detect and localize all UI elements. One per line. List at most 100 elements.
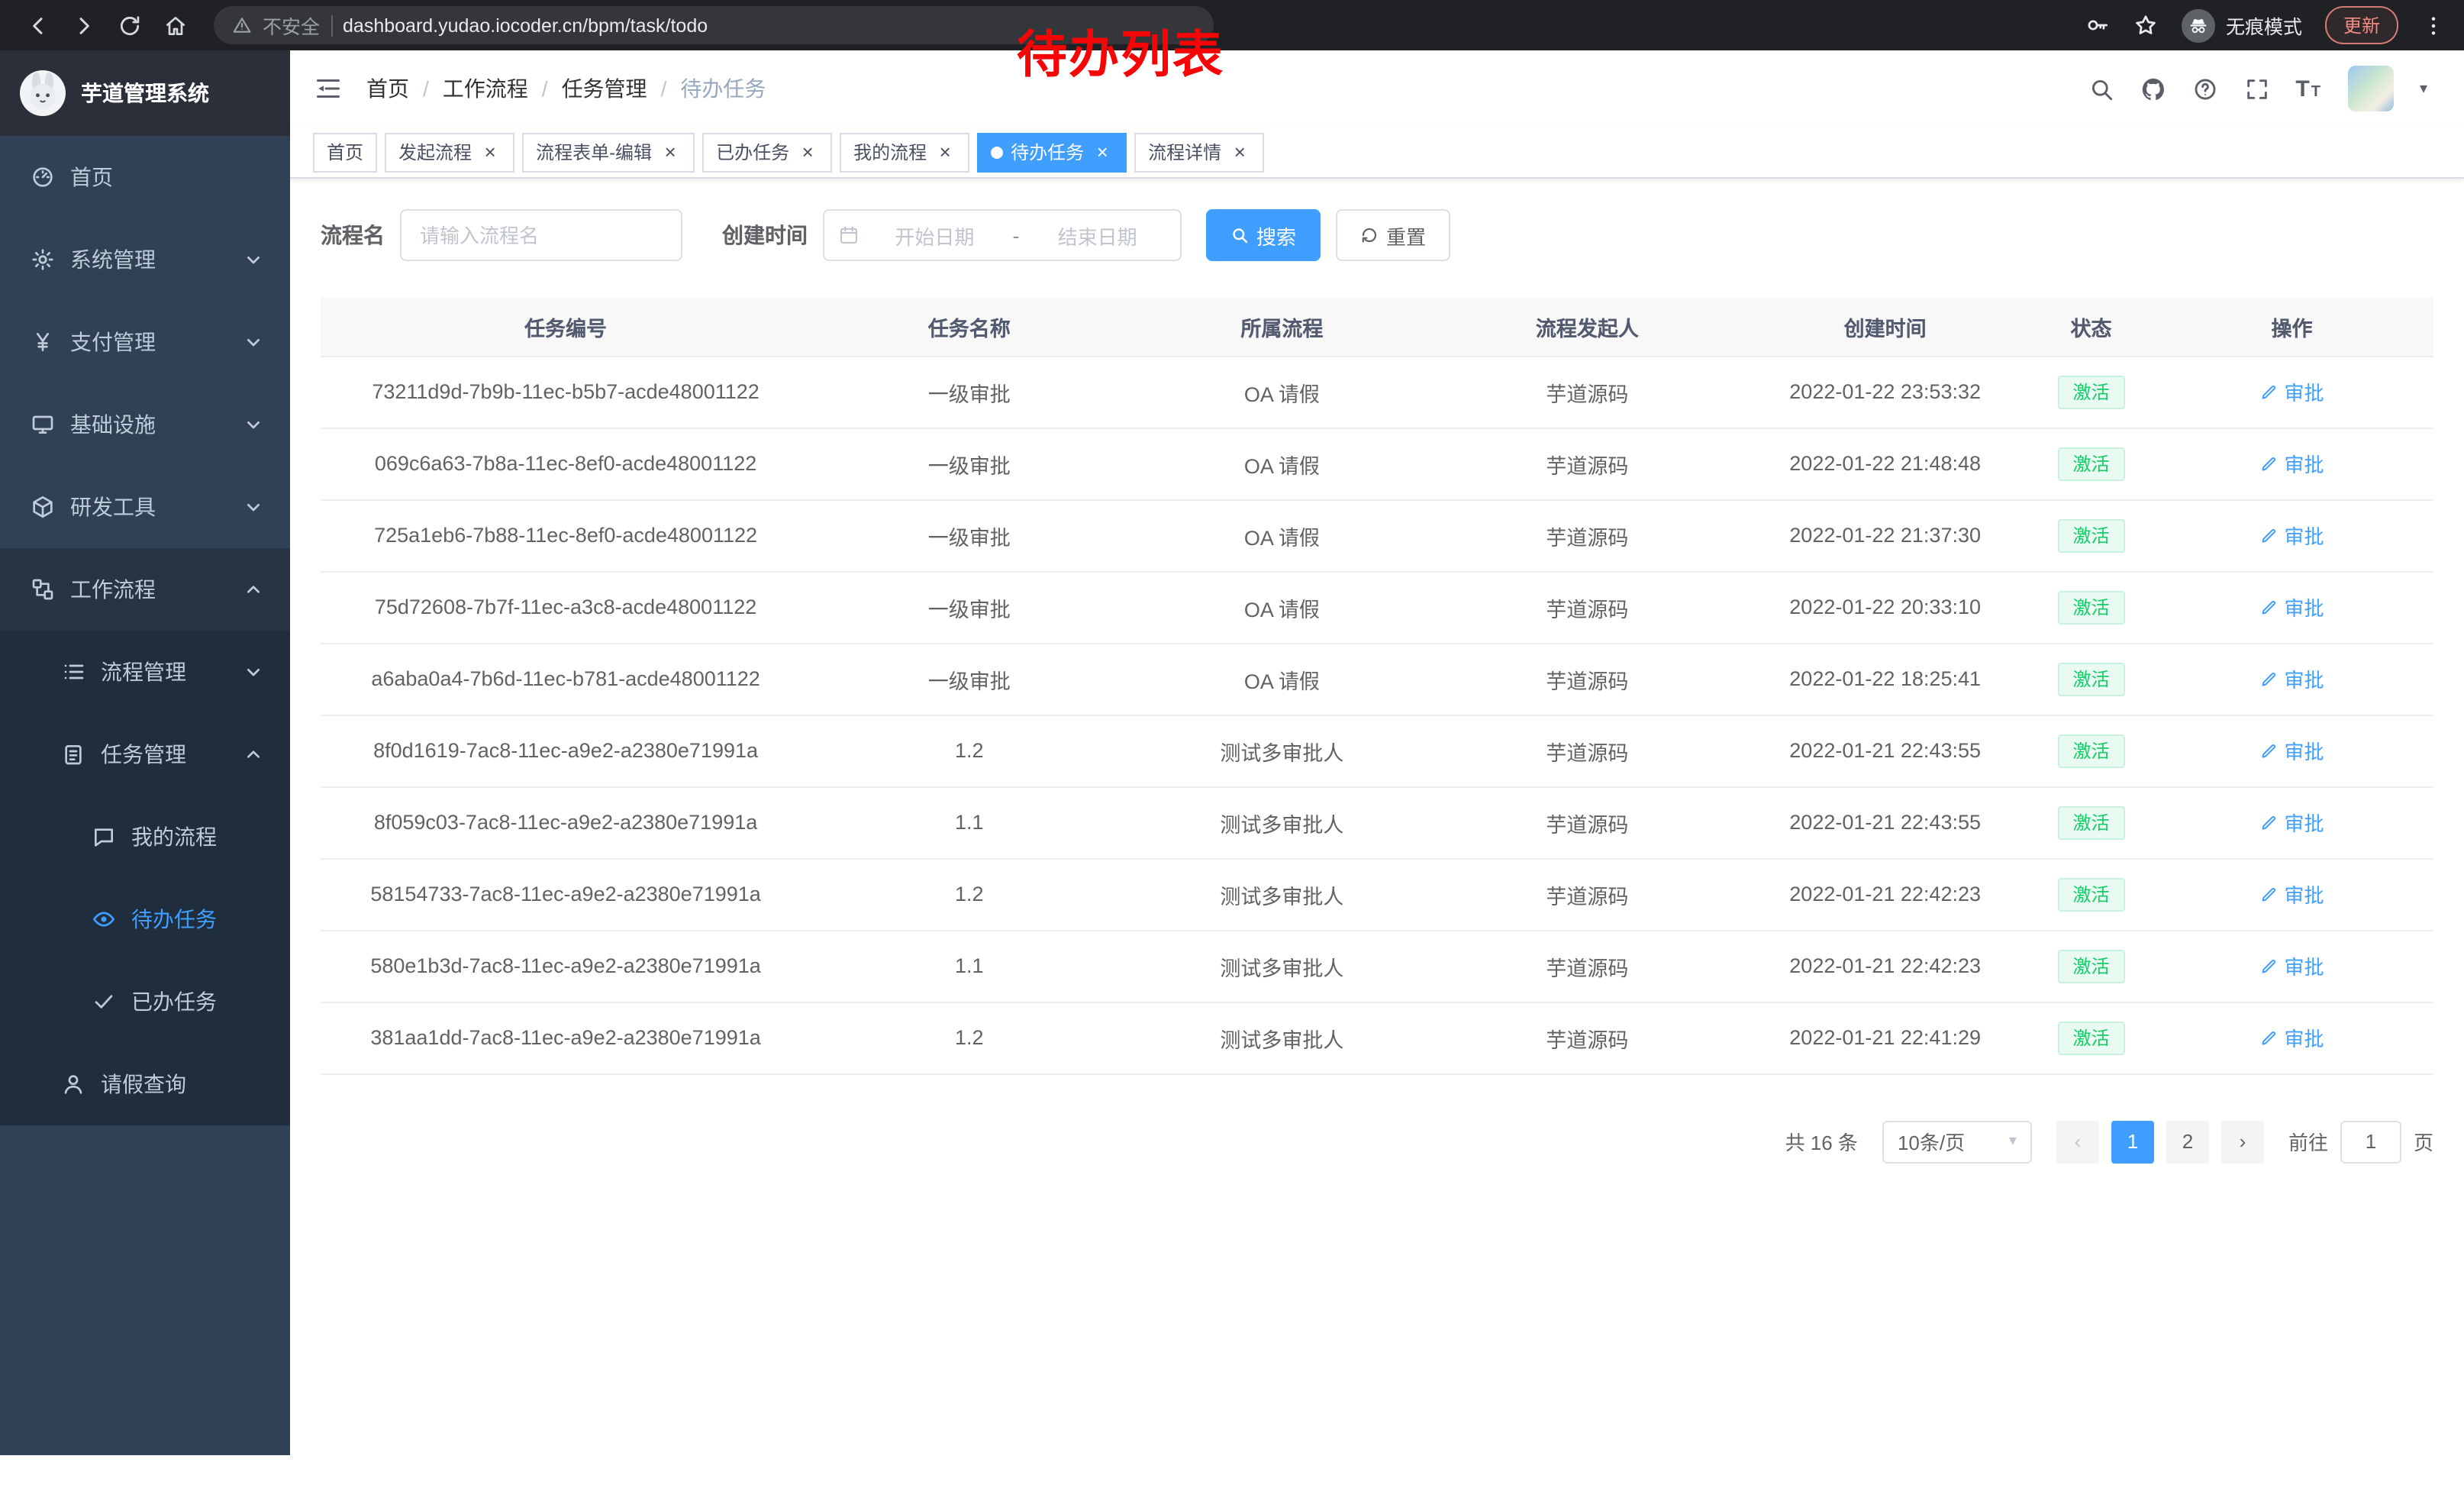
cell-created: 2022-01-21 22:43:55 [1738, 715, 2032, 786]
status-badge: 激活 [2058, 590, 2125, 624]
tag-label: 已办任务 [716, 139, 789, 165]
cell-process: OA 请假 [1127, 643, 1436, 715]
sidebar-item-home[interactable]: 首页 [0, 136, 290, 218]
search-icon[interactable] [2088, 76, 2114, 102]
status-badge: 激活 [2058, 662, 2125, 696]
sidebar-item-infrastructure[interactable]: 基础设施 [0, 383, 290, 466]
cell-id: 58154733-7ac8-11ec-a9e2-a2380e71991a [321, 858, 811, 930]
breadcrumb-item[interactable]: 任务管理 [562, 73, 647, 104]
edit-icon [2260, 885, 2279, 903]
page-button-1[interactable]: 1 [2111, 1120, 2154, 1163]
browser-update-button[interactable]: 更新 [2325, 6, 2398, 44]
chevron-down-icon [241, 660, 266, 684]
star-icon[interactable] [2133, 12, 2159, 38]
approve-link[interactable]: 审批 [2260, 951, 2324, 980]
sidebar-item-task-management[interactable]: 任务管理 [0, 713, 290, 796]
cell-action: 审批 [2150, 643, 2433, 715]
github-icon[interactable] [2140, 76, 2166, 102]
tag-start-process[interactable]: 发起流程× [385, 132, 514, 172]
refresh-icon [1360, 226, 1379, 244]
font-size-icon[interactable]: TT [2295, 76, 2322, 102]
sidebar-item-todo-task[interactable]: 待办任务 [0, 878, 290, 960]
cell-starter: 芋道源码 [1436, 786, 1738, 858]
date-range-picker[interactable]: 开始日期 - 结束日期 [823, 209, 1182, 261]
process-name-input[interactable] [400, 209, 682, 261]
browser-menu-icon[interactable] [2421, 13, 2446, 37]
sidebar-item-label: 我的流程 [131, 822, 217, 852]
close-icon[interactable]: × [934, 141, 956, 163]
approve-link[interactable]: 审批 [2260, 736, 2324, 765]
sidebar-toggle-button[interactable] [314, 75, 342, 102]
approve-link-label: 审批 [2285, 880, 2324, 909]
tag-home[interactable]: 首页 [313, 132, 377, 172]
cell-created: 2022-01-21 22:42:23 [1738, 930, 2032, 1002]
help-icon[interactable] [2191, 76, 2217, 102]
tag-todo-task[interactable]: 待办任务× [977, 132, 1127, 172]
close-icon[interactable]: × [1092, 141, 1113, 163]
prev-page-button[interactable]: ‹ [2056, 1120, 2099, 1163]
chevron-down-icon [241, 247, 266, 272]
search-button[interactable]: 搜索 [1206, 209, 1321, 261]
tag-done-task[interactable]: 已办任务 × [702, 132, 832, 172]
cell-created: 2022-01-21 22:42:23 [1738, 858, 2032, 930]
cell-status: 激活 [2032, 715, 2150, 786]
tag-my-process[interactable]: 我的流程× [840, 132, 969, 172]
cell-action: 审批 [2150, 786, 2433, 858]
next-page-button[interactable]: › [2221, 1120, 2264, 1163]
sidebar-item-my-process[interactable]: 我的流程 [0, 796, 290, 878]
approve-link[interactable]: 审批 [2260, 808, 2324, 837]
approve-link-label: 审批 [2285, 592, 2324, 621]
table-row: 73211d9d-7b9b-11ec-b5b7-acde48001122一级审批… [321, 356, 2433, 428]
cell-status: 激活 [2032, 499, 2150, 571]
sidebar-item-workflow[interactable]: 工作流程 [0, 548, 290, 631]
cell-name: 1.2 [811, 858, 1127, 930]
sidebar-item-process-management[interactable]: 流程管理 [0, 631, 290, 713]
approve-link[interactable]: 审批 [2260, 592, 2324, 621]
key-icon[interactable] [2084, 12, 2110, 38]
approve-link[interactable]: 审批 [2260, 1023, 2324, 1052]
status-badge: 激活 [2058, 805, 2125, 839]
breadcrumb-item[interactable]: 工作流程 [443, 73, 528, 104]
cell-action: 审批 [2150, 715, 2433, 786]
breadcrumb-item[interactable]: 首页 [366, 73, 409, 104]
page-buttons: 12 [2111, 1120, 2209, 1163]
sidebar-item-payment[interactable]: 支付管理 [0, 301, 290, 383]
close-icon[interactable]: × [660, 141, 681, 163]
approve-link[interactable]: 审批 [2260, 449, 2324, 478]
cell-id: 725a1eb6-7b88-11ec-8ef0-acde48001122 [321, 499, 811, 571]
tag-process-detail[interactable]: 流程详情× [1134, 132, 1264, 172]
browser-back-button[interactable] [18, 5, 58, 45]
sidebar-item-system[interactable]: 系统管理 [0, 218, 290, 301]
chevron-down-icon[interactable]: ▾ [2420, 80, 2427, 97]
browser-forward-button[interactable] [64, 5, 104, 45]
cell-action: 审批 [2150, 930, 2433, 1002]
yen-icon [31, 330, 55, 354]
approve-link[interactable]: 审批 [2260, 880, 2324, 909]
column-header: 任务编号 [321, 298, 811, 356]
logo[interactable]: 芋道管理系统 [0, 50, 290, 136]
close-icon[interactable]: × [1229, 141, 1250, 163]
list-icon [61, 660, 85, 684]
sidebar-item-devtools[interactable]: 研发工具 [0, 466, 290, 548]
cell-starter: 芋道源码 [1436, 428, 1738, 499]
cell-created: 2022-01-22 20:33:10 [1738, 571, 2032, 643]
sidebar-item-done-task[interactable]: 已办任务 [0, 960, 290, 1043]
approve-link[interactable]: 审批 [2260, 521, 2324, 550]
reset-button[interactable]: 重置 [1336, 209, 1450, 261]
sidebar-item-leave-query[interactable]: 请假查询 [0, 1043, 290, 1125]
page-button-2[interactable]: 2 [2166, 1120, 2209, 1163]
avatar[interactable] [2348, 66, 2394, 111]
sidebar-item-label: 流程管理 [101, 657, 186, 687]
page-size-select[interactable]: 10条/页 ▾ [1882, 1120, 2032, 1163]
status-badge: 激活 [2058, 375, 2125, 408]
fullscreen-icon[interactable] [2243, 76, 2269, 102]
close-icon[interactable]: × [797, 141, 818, 163]
goto-page-input[interactable] [2340, 1120, 2401, 1163]
incognito-label: 无痕模式 [2226, 11, 2302, 40]
browser-home-button[interactable] [156, 5, 195, 45]
approve-link[interactable]: 审批 [2260, 664, 2324, 693]
browser-reload-button[interactable] [110, 5, 150, 45]
approve-link[interactable]: 审批 [2260, 377, 2324, 406]
close-icon[interactable]: × [479, 141, 501, 163]
tag-process-form-edit[interactable]: 流程表单-编辑× [522, 132, 695, 172]
